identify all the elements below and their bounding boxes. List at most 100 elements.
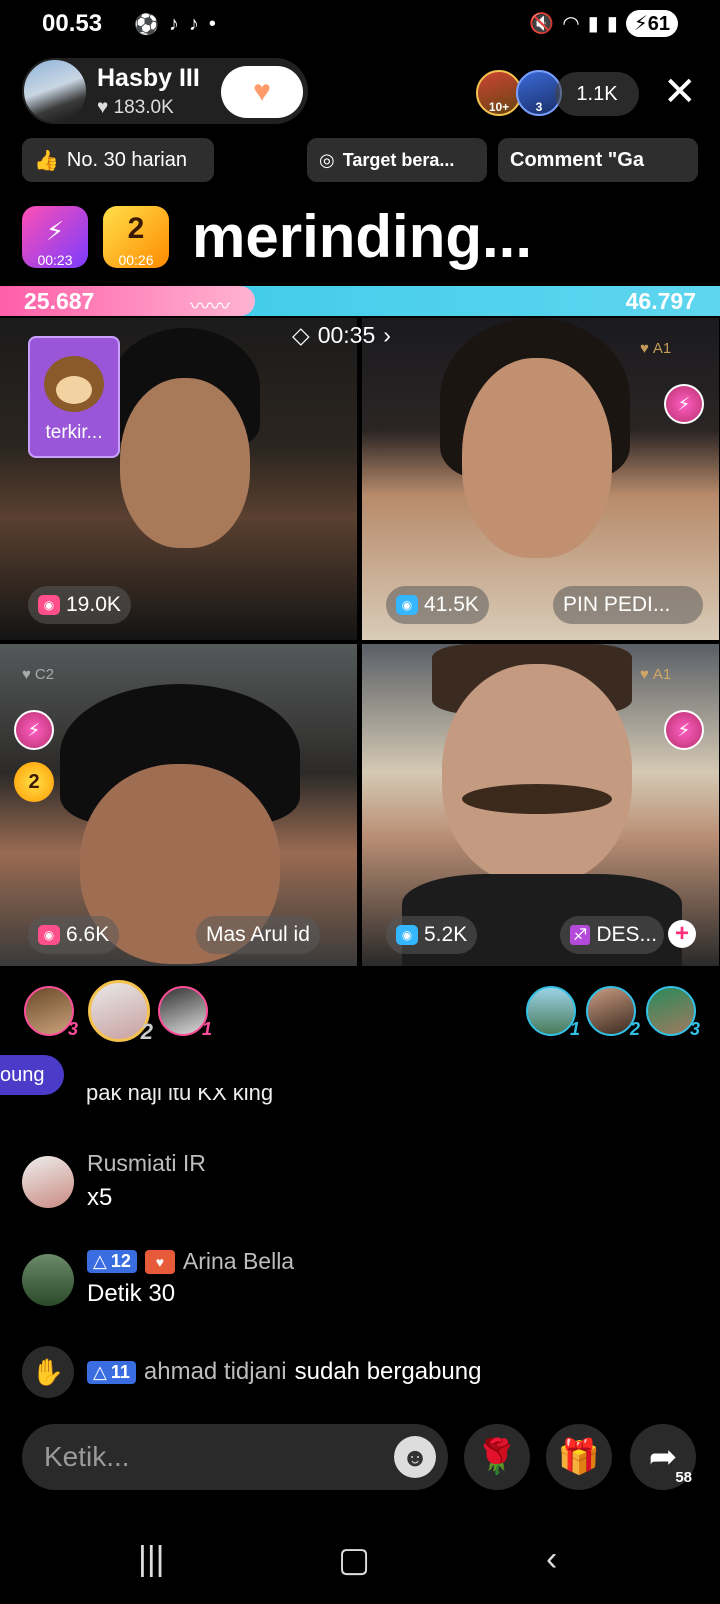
rank-badge: ♥ A1: [640, 340, 672, 357]
lightning-icon: ⚡: [45, 216, 65, 246]
battle-timer[interactable]: ◇ 00:35 ›: [292, 322, 391, 349]
viewer-badge: 3: [535, 100, 543, 114]
status-left-icons: ⚽ ♪ ♪ •: [134, 12, 216, 37]
lightning-boost-badge[interactable]: ⚡ 00:23: [22, 206, 88, 268]
comment-chip[interactable]: Comment "Ga: [498, 138, 698, 182]
tile-name-label: DES...: [596, 923, 658, 946]
tile-2-name[interactable]: PIN PEDI...: [553, 586, 703, 624]
join-text: sudah bergabung: [294, 1358, 482, 1385]
chat-username[interactable]: Arina Bella: [183, 1248, 294, 1275]
lightning-icon: ⚡: [664, 384, 704, 424]
tile-3-score[interactable]: ◉ 6.6K: [28, 916, 120, 954]
chat-text: Detik 30: [87, 1280, 176, 1307]
camera-icon: ◉: [396, 925, 418, 945]
signal-icon: ▮: [587, 13, 599, 35]
chat-avatar[interactable]: [22, 1254, 74, 1306]
battle-timer-label: 00:35: [317, 322, 376, 348]
double-boost-badge[interactable]: 2 00:26: [103, 206, 169, 268]
monkey-icon: [44, 356, 104, 412]
camera-icon: ◉: [38, 595, 60, 615]
comment-input[interactable]: [44, 1424, 384, 1490]
follow-button[interactable]: ♥ 6: [221, 66, 303, 118]
fire-icon: 👍: [34, 149, 59, 172]
mute-icon: 🔇: [529, 13, 555, 35]
triangle-icon: △: [93, 1361, 107, 1382]
battle-title: merinding...: [192, 203, 533, 270]
heart-icon: ♥: [640, 666, 649, 683]
emoji-icon[interactable]: ☻: [394, 1436, 436, 1478]
daily-rank-chip[interactable]: 👍 No. 30 harian: [22, 138, 214, 182]
host-avatar[interactable]: [22, 58, 88, 124]
level-badge: △ 12: [87, 1250, 137, 1273]
supporter-avatar[interactable]: 1: [158, 986, 212, 1039]
join-event: △ 11 ahmad tidjani sudah bergabung: [87, 1358, 481, 1386]
zodiac-icon: ♐: [570, 925, 591, 945]
chat-text: x5: [87, 1184, 113, 1211]
supporter-avatar[interactable]: 1: [526, 986, 580, 1039]
score-right: 46.797: [625, 288, 696, 314]
status-right-icons: 🔇 ◠ ▮ ▮ ⚡61: [529, 10, 678, 37]
share-icon: ➦: [648, 1438, 678, 1476]
host-likes: ♥ 183.0K: [97, 97, 174, 118]
rank-badge: ♥ A1: [640, 666, 672, 683]
heart-icon: ♥: [22, 666, 31, 683]
score-left: 25.687: [24, 288, 95, 314]
supporter-rank: 2: [629, 1019, 640, 1039]
tile-1-score[interactable]: ◉ 19.0K: [28, 586, 131, 624]
chevron-right-icon: ›: [383, 322, 391, 348]
tile-score-label: 19.0K: [66, 593, 121, 616]
tile-3-name[interactable]: Mas Arul id: [196, 916, 320, 954]
share-button[interactable]: ➦ 58: [630, 1424, 696, 1490]
supporter-avatar[interactable]: 3: [646, 986, 700, 1039]
gift-notification[interactable]: terkir...: [28, 336, 120, 458]
badge-b-timer: 00:26: [118, 252, 154, 268]
mustache-effect: [462, 784, 612, 814]
host-name[interactable]: Hasby III: [97, 64, 200, 93]
close-icon[interactable]: ✕: [663, 72, 697, 112]
chat-avatar[interactable]: [22, 1156, 74, 1208]
diamond-icon: ◇: [292, 322, 310, 348]
tile-score-label: 41.5K: [424, 593, 479, 616]
gift-icon[interactable]: 🎁: [546, 1424, 612, 1490]
tile-4-score[interactable]: ◉ 5.2K: [386, 916, 478, 954]
tiktok-icon: ♪: [188, 13, 199, 35]
joined-tag[interactable]: oung: [0, 1055, 64, 1095]
chat-username[interactable]: Rusmiati IR: [87, 1150, 206, 1177]
camera-icon: ◉: [38, 925, 60, 945]
target-icon: ◎: [319, 149, 335, 170]
chat-message-partial: pak haji itu KX king: [86, 1088, 274, 1105]
tile-4-name[interactable]: ♐ DES...: [560, 916, 664, 954]
level-badge: △ 11: [87, 1360, 136, 1384]
viewer-count[interactable]: 1.1K: [555, 72, 639, 116]
recents-icon[interactable]: |||: [138, 1540, 165, 1579]
heart-icon: ♥: [640, 340, 649, 357]
triangle-icon: △: [93, 1251, 107, 1271]
wave-hand-icon[interactable]: ✋: [22, 1346, 74, 1398]
tile-score-label: 5.2K: [424, 923, 468, 946]
rose-icon[interactable]: 🌹: [464, 1424, 530, 1490]
supporter-avatar[interactable]: 3: [24, 986, 78, 1039]
back-icon[interactable]: ‹: [546, 1540, 557, 1579]
rank-badge: ♥ C2: [22, 666, 55, 683]
wifi-icon: ◠: [562, 13, 580, 35]
badge-a-timer: 00:23: [37, 252, 73, 268]
join-username[interactable]: ahmad tidjani: [144, 1358, 287, 1386]
soccer-icon: ⚽: [134, 14, 159, 36]
double-icon: 2: [14, 762, 54, 802]
supporter-rank: 2: [140, 1019, 153, 1044]
tile-score-label: 6.6K: [66, 923, 110, 946]
dot-icon: •: [208, 13, 216, 35]
supporter-rank: 3: [67, 1019, 78, 1039]
fan-badge-icon: ♥: [144, 1249, 175, 1274]
chat-header: △ 12 ♥ Arina Bella: [87, 1248, 294, 1275]
wave-icon: 〰〰: [190, 296, 230, 318]
tile-2-score[interactable]: ◉ 41.5K: [386, 586, 489, 624]
add-icon[interactable]: +: [668, 920, 696, 948]
target-chip[interactable]: ◎ Target bera...: [307, 138, 487, 182]
supporter-avatar[interactable]: 2: [88, 980, 153, 1044]
lightning-icon: ⚡: [14, 710, 54, 750]
follow-count: 6: [267, 92, 275, 107]
supporter-avatar[interactable]: 2: [586, 986, 640, 1039]
comment-box: ☻: [22, 1424, 448, 1490]
home-icon[interactable]: ▢: [338, 1540, 370, 1580]
